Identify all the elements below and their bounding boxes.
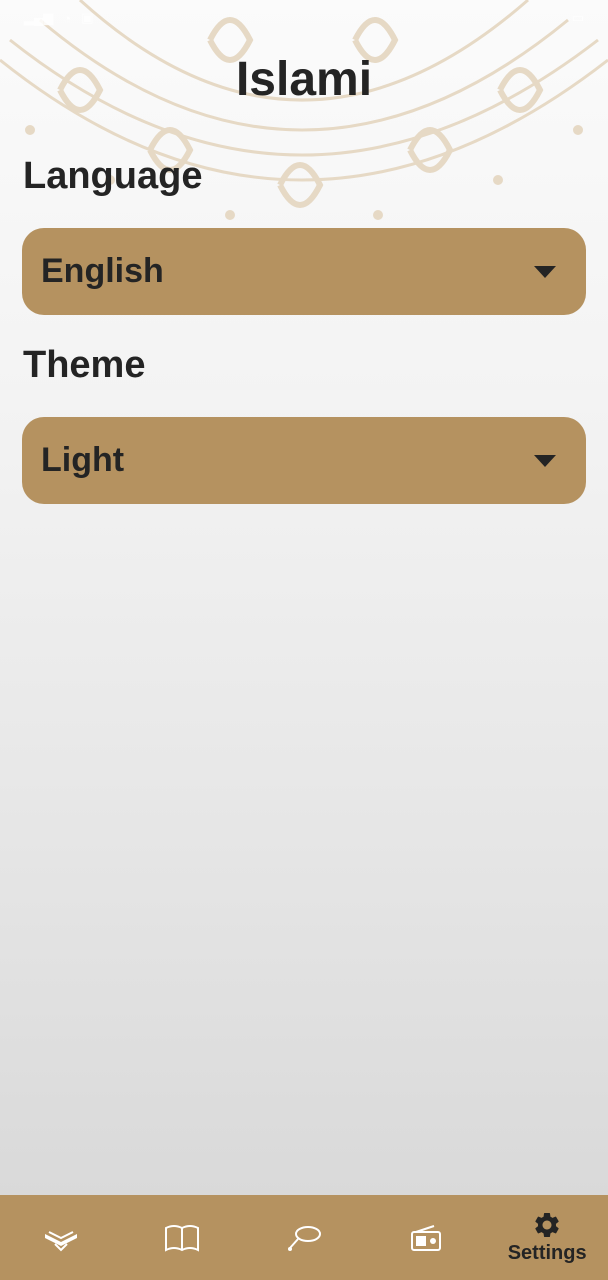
language-selected-value: English (41, 252, 164, 290)
caret-down-icon (534, 265, 556, 278)
gear-icon (535, 1213, 559, 1237)
nav-label-settings: Settings (507, 1242, 587, 1264)
theme-selected-value: Light (41, 441, 125, 479)
nav-item-settings[interactable]: Settings (486, 1195, 608, 1280)
status-left: ▂▄▆ ◔ ▣ (24, 10, 93, 26)
sebha-icon (287, 1225, 321, 1251)
hadith-book-icon (165, 1224, 200, 1252)
radio-icon (410, 1224, 441, 1251)
battery-icon: ▭ (571, 10, 584, 25)
status-bar: ▂▄▆ ◔ ▣ ▭ (0, 0, 608, 36)
nav-item-sebha[interactable] (243, 1195, 365, 1280)
quran-icon (44, 1230, 77, 1251)
status-right: ▭ (572, 10, 584, 26)
nav-item-quran[interactable] (0, 1195, 122, 1280)
theme-label: Theme (23, 344, 146, 386)
caret-down-icon (534, 454, 556, 467)
nav-item-radio[interactable] (365, 1195, 487, 1280)
language-label: Language (23, 155, 203, 197)
language-dropdown[interactable]: English (22, 228, 586, 315)
wifi-icon: ◔ (63, 10, 72, 26)
theme-dropdown[interactable]: Light (22, 417, 586, 504)
signal-icon: ▂▄▆ (24, 10, 54, 25)
bottom-nav: Settings (0, 1195, 608, 1280)
lock-icon: ▣ (81, 10, 94, 25)
page-title: Islami (235, 53, 373, 106)
nav-item-hadith[interactable] (122, 1195, 244, 1280)
